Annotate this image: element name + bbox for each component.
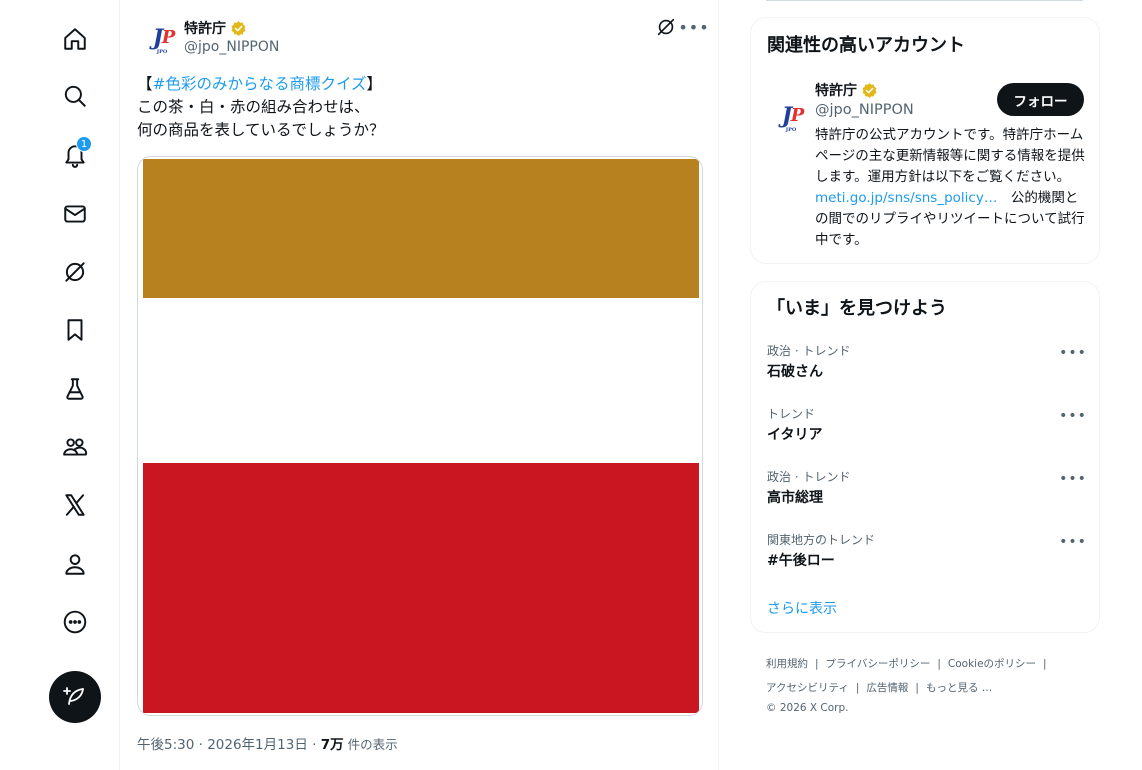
trend-item[interactable]: 政治 · トレンド 石破さん •••	[767, 342, 1086, 392]
related-account-handle[interactable]: @jpo_NIPPON	[815, 102, 914, 118]
communities-icon	[63, 438, 88, 456]
brown-stripe	[143, 159, 699, 298]
nav-premium[interactable]	[56, 486, 94, 524]
trend-item[interactable]: トレンド イタリア •••	[767, 405, 1086, 455]
tweet-image[interactable]	[137, 156, 703, 716]
search-icon	[64, 85, 86, 107]
trend-category: 関東地方のトレンド	[767, 533, 876, 547]
related-account-name[interactable]: 特許庁	[815, 80, 878, 100]
jpo-logo-icon: J P JPO	[781, 103, 805, 133]
nav-communities[interactable]	[56, 428, 94, 466]
compose-post-button[interactable]	[49, 671, 101, 723]
tweet-detail: J P JPO 特許庁 @jpo_NIPPON ••• 【#色彩のみからなる商標クイ…	[121, 0, 719, 770]
more-link[interactable]: もっと見る …	[926, 682, 992, 694]
author-name[interactable]: 特許庁	[184, 18, 247, 38]
trend-category: トレンド	[767, 407, 816, 421]
verified-badge-icon	[862, 82, 877, 98]
privacy-link[interactable]: プライバシーポリシー	[826, 658, 931, 670]
nav-notifications[interactable]: 1	[56, 136, 94, 174]
envelope-icon	[64, 205, 86, 223]
hashtag-link[interactable]: #色彩のみからなる商標クイズ	[153, 75, 367, 93]
red-stripe	[143, 463, 699, 713]
trend-title: 高市総理	[767, 490, 823, 506]
grok-icon	[65, 262, 85, 282]
show-more-link[interactable]: さらに表示	[767, 598, 837, 618]
trend-title: イタリア	[767, 427, 823, 443]
author-handle[interactable]: @jpo_NIPPON	[184, 39, 279, 55]
nav-bookmarks[interactable]	[56, 311, 94, 349]
bookmark-icon	[67, 319, 83, 341]
nav-more[interactable]	[56, 603, 94, 641]
nav-grok[interactable]	[56, 253, 94, 291]
related-accounts-card: 関連性の高いアカウント J P JPO 特許庁 @jpo_NIPPON フォロー 特…	[750, 17, 1100, 264]
flask-icon	[66, 378, 84, 400]
trend-title: 石破さん	[767, 364, 823, 380]
ads-info-link[interactable]: 広告情報	[866, 682, 908, 694]
home-icon	[64, 28, 86, 50]
left-navigation: 1	[0, 0, 120, 770]
nav-explore[interactable]	[56, 77, 94, 115]
tweet-more-icon[interactable]: •••	[678, 16, 708, 38]
trend-category: 政治 · トレンド	[767, 470, 851, 484]
white-stripe	[143, 298, 699, 463]
nav-home[interactable]	[56, 20, 94, 58]
trend-more-icon[interactable]: •••	[1059, 342, 1086, 364]
trend-item[interactable]: 関東地方のトレンド #午後ロー •••	[767, 531, 1086, 581]
related-account-bio: 特許庁の公式アカウントです。特許庁ホームページの主な更新情報等に関する情報を提供…	[815, 127, 1085, 248]
trend-category: 政治 · トレンド	[767, 344, 851, 358]
author-avatar[interactable]: J P JPO	[138, 18, 178, 58]
view-count: 7万	[320, 737, 344, 753]
sidebar-top-divider	[766, 0, 1083, 1]
x-logo-icon	[65, 494, 85, 516]
trend-more-icon[interactable]: •••	[1059, 531, 1086, 553]
nav-labs[interactable]	[56, 370, 94, 408]
verified-badge-icon	[231, 20, 246, 36]
person-icon	[65, 554, 85, 575]
trend-more-icon[interactable]: •••	[1059, 405, 1086, 427]
trend-item[interactable]: 政治 · トレンド 高市総理 •••	[767, 468, 1086, 518]
cookie-link[interactable]: Cookieのポリシー	[948, 658, 1036, 670]
tweet-text: 【#色彩のみからなる商標クイズ】 この茶・白・赤の組み合わせは、 何の商品を表し…	[137, 75, 385, 139]
related-avatar[interactable]: J P JPO	[767, 96, 807, 136]
related-accounts-title: 関連性の高いアカウント	[767, 35, 965, 56]
bio-link[interactable]: meti.go.jp/sns/sns_policy…	[815, 190, 997, 206]
sidebar-footer: 利用規約 | プライバシーポリシー | Cookieのポリシー | アクセシビリティ | 広告…	[766, 652, 1096, 716]
tweet-timestamp[interactable]: 午後5:30 · 2026年1月13日 ·	[137, 737, 321, 753]
more-circle-icon	[63, 610, 87, 634]
grok-explain-icon[interactable]	[655, 16, 677, 38]
jpo-logo-icon: J P JPO	[152, 25, 176, 55]
nav-profile[interactable]	[56, 545, 94, 583]
follow-button[interactable]: フォロー	[997, 83, 1084, 116]
trend-more-icon[interactable]: •••	[1059, 468, 1086, 490]
trends-card: 「いま」を見つけよう 政治 · トレンド 石破さん ••• トレンド イタリア …	[750, 281, 1100, 633]
trends-title: 「いま」を見つけよう	[767, 298, 947, 319]
feather-plus-icon	[63, 687, 84, 705]
terms-link[interactable]: 利用規約	[766, 658, 808, 670]
notification-badge: 1	[76, 136, 92, 152]
copyright: © 2026 X Corp.	[766, 702, 849, 714]
accessibility-link[interactable]: アクセシビリティ	[766, 682, 849, 694]
tweet-meta: 午後5:30 · 2026年1月13日 · 7万 件の表示	[137, 737, 398, 753]
trend-title: #午後ロー	[767, 553, 835, 569]
nav-messages[interactable]	[56, 195, 94, 233]
